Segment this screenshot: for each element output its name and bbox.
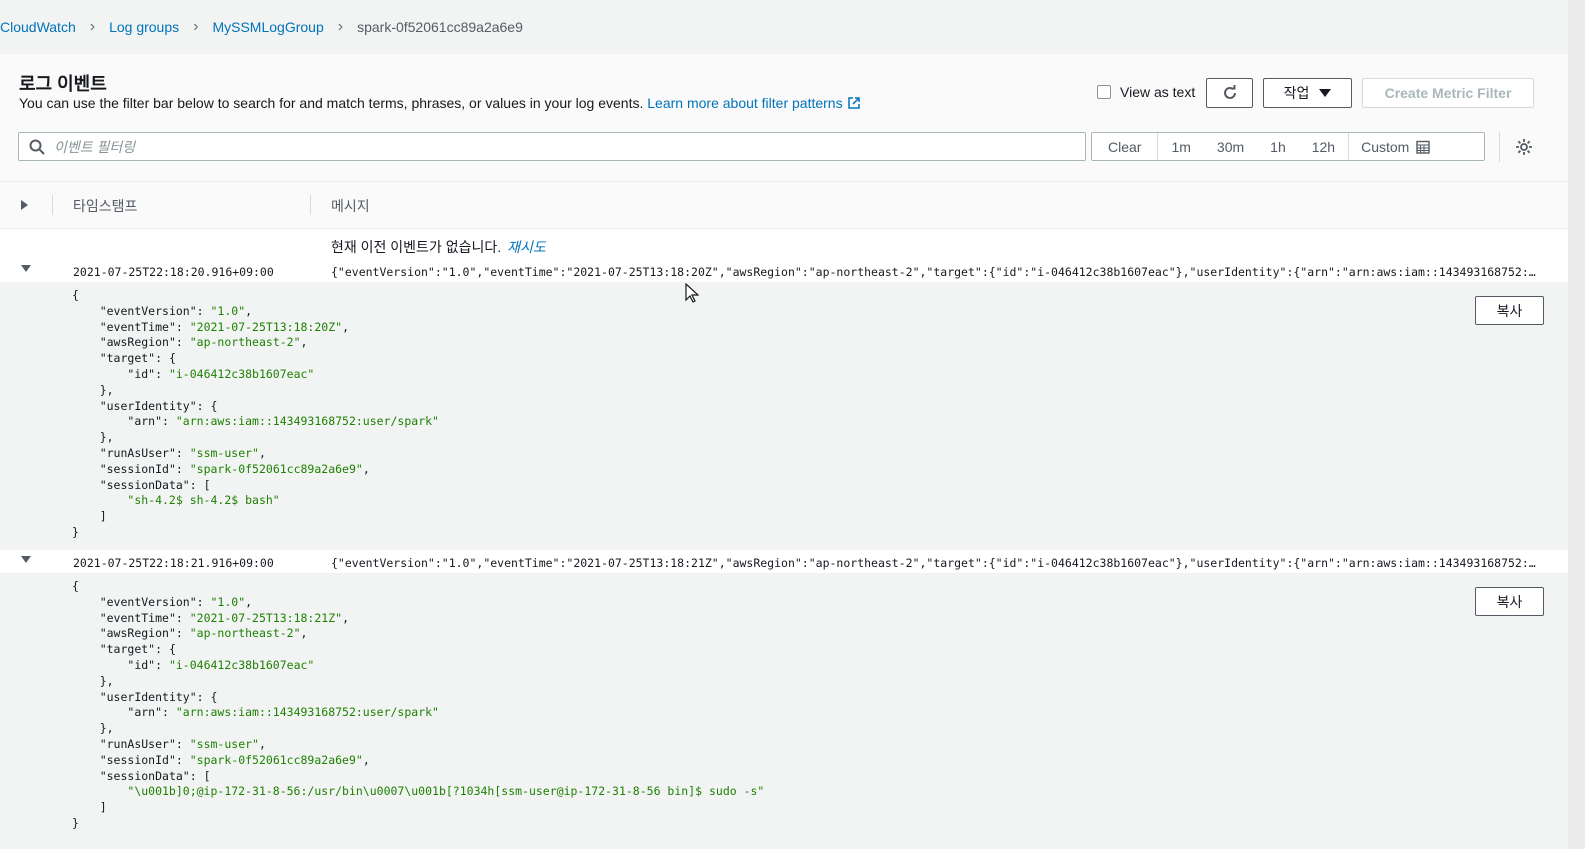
breadcrumb-cloudwatch[interactable]: CloudWatch	[0, 19, 76, 35]
mouse-pointer-icon	[685, 283, 699, 303]
no-previous-events-text: 현재 이전 이벤트가 없습니다.	[331, 239, 502, 255]
chevron-right-icon: ›	[193, 18, 199, 35]
view-as-text-toggle[interactable]: View as text	[1097, 84, 1195, 100]
refresh-button[interactable]	[1206, 78, 1253, 108]
collapse-icon[interactable]	[21, 556, 31, 563]
collapse-icon[interactable]	[21, 265, 31, 272]
range-1m[interactable]: 1m	[1158, 133, 1203, 160]
calendar-icon	[1416, 140, 1431, 154]
range-1h[interactable]: 1h	[1257, 133, 1299, 160]
range-custom-label: Custom	[1361, 138, 1410, 155]
copy-button[interactable]: 복사	[1475, 296, 1544, 325]
scrollbar-track[interactable]	[1568, 0, 1585, 849]
event-detail: { "eventVersion": "1.0", "eventTime": "2…	[0, 282, 1568, 550]
event-timestamp: 2021-07-25T22:18:21.916+09:00	[73, 556, 274, 570]
breadcrumb-log-group[interactable]: MySSMLogGroup	[212, 19, 323, 35]
filter-input[interactable]	[54, 138, 1054, 155]
event-message: {"eventVersion":"1.0","eventTime":"2021-…	[331, 265, 1536, 279]
chevron-right-icon: ›	[89, 18, 96, 35]
event-json: { "eventVersion": "1.0", "eventTime": "2…	[72, 288, 439, 539]
log-event-row[interactable]: 2021-07-25T22:18:20.916+09:00 {"eventVer…	[0, 260, 1568, 282]
no-previous-events-row: 현재 이전 이벤트가 없습니다. 재시도	[0, 229, 1568, 260]
event-json: { "eventVersion": "1.0", "eventTime": "2…	[72, 579, 765, 830]
divider	[310, 195, 311, 215]
view-as-text-label: View as text	[1120, 84, 1196, 100]
event-timestamp: 2021-07-25T22:18:20.916+09:00	[73, 265, 274, 279]
create-metric-filter-button[interactable]: Create Metric Filter	[1362, 78, 1534, 108]
copy-button[interactable]: 복사	[1475, 587, 1544, 616]
chevron-right-icon: ›	[337, 18, 344, 35]
log-events-panel: 로그 이벤트 You can use the filter bar below …	[0, 54, 1568, 849]
divider	[1499, 132, 1500, 162]
actions-dropdown[interactable]: 작업	[1263, 78, 1352, 108]
range-clear[interactable]: Clear	[1092, 133, 1159, 160]
range-custom[interactable]: Custom	[1348, 133, 1442, 160]
time-range-selector: Clear 1m 30m 1h 12h Custom	[1091, 132, 1485, 161]
breadcrumb-current: spark-0f52061cc89a2a6e9	[357, 19, 523, 35]
event-message: {"eventVersion":"1.0","eventTime":"2021-…	[331, 556, 1536, 570]
event-detail: { "eventVersion": "1.0", "eventTime": "2…	[0, 573, 1568, 849]
gear-icon[interactable]	[1514, 137, 1534, 157]
page-title: 로그 이벤트	[19, 74, 107, 94]
filter-bar[interactable]	[18, 132, 1086, 161]
column-timestamp[interactable]: 타임스탬프	[73, 196, 137, 216]
page-description: You can use the filter bar below to sear…	[19, 95, 860, 111]
breadcrumb-log-groups[interactable]: Log groups	[109, 19, 179, 35]
external-link-icon	[847, 97, 860, 109]
learn-more-label: Learn more about filter patterns	[647, 95, 843, 111]
expand-all-icon[interactable]	[21, 200, 28, 210]
refresh-icon	[1223, 85, 1236, 99]
search-icon	[29, 139, 45, 155]
log-event-row[interactable]: 2021-07-25T22:18:21.916+09:00 {"eventVer…	[0, 551, 1568, 573]
description-text: You can use the filter bar below to sear…	[19, 95, 644, 111]
view-as-text-checkbox[interactable]	[1097, 85, 1111, 99]
actions-label: 작업	[1283, 85, 1310, 101]
range-12h[interactable]: 12h	[1299, 133, 1348, 160]
range-30m[interactable]: 30m	[1204, 133, 1257, 160]
table-header: 타임스탬프 메시지	[0, 182, 1568, 229]
panel-header: 로그 이벤트 You can use the filter bar below …	[0, 54, 1568, 182]
divider	[52, 195, 53, 215]
learn-more-link[interactable]: Learn more about filter patterns	[647, 95, 860, 111]
column-message[interactable]: 메시지	[331, 196, 370, 216]
caret-down-icon	[1319, 89, 1332, 97]
retry-link[interactable]: 재시도	[507, 239, 546, 255]
breadcrumb: CloudWatch › Log groups › MySSMLogGroup …	[0, 0, 1585, 54]
